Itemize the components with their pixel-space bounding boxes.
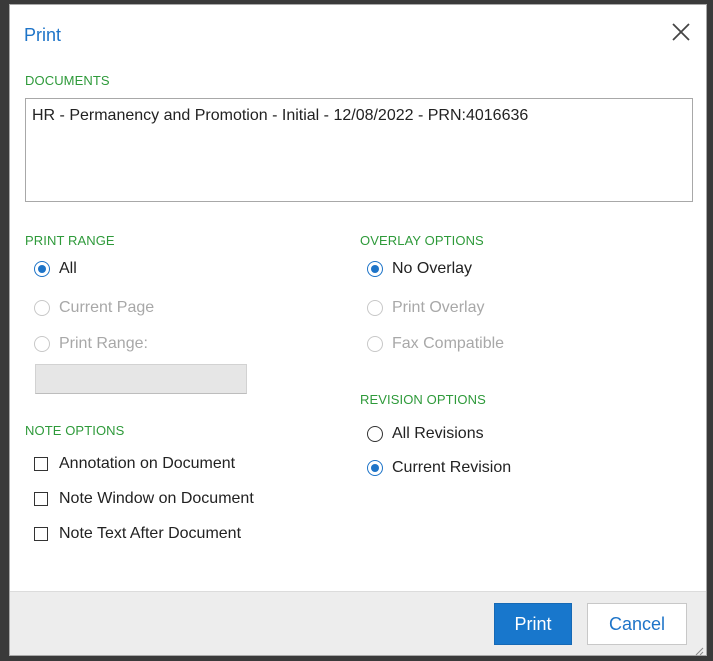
checkbox-icon[interactable]	[34, 527, 48, 541]
option-label: No Overlay	[392, 260, 473, 277]
print-range-current-page-radio[interactable]: Current Page	[34, 297, 154, 319]
radio-unchecked-icon[interactable]	[34, 336, 50, 352]
all-revisions-radio[interactable]: All Revisions	[367, 423, 484, 445]
print-range-all-radio[interactable]: All	[34, 258, 77, 280]
checkbox-icon[interactable]	[34, 492, 48, 506]
option-label: Note Text After Document	[59, 525, 242, 542]
current-revision-radio[interactable]: Current Revision	[367, 457, 511, 479]
radio-checked-icon[interactable]	[367, 460, 383, 476]
checkbox-icon[interactable]	[34, 457, 48, 471]
dialog-title: Print	[24, 25, 62, 45]
option-label: Print Range:	[59, 335, 148, 352]
print-button[interactable]: Print	[494, 603, 572, 645]
annotation-on-document-checkbox[interactable]: Annotation on Document	[34, 453, 235, 475]
option-label: All Revisions	[392, 425, 484, 442]
radio-unchecked-icon[interactable]	[34, 300, 50, 316]
resize-grip-icon[interactable]	[694, 643, 704, 656]
revision-options-label: REVISION OPTIONS	[360, 392, 486, 407]
note-text-after-document-checkbox[interactable]: Note Text After Document	[34, 523, 241, 545]
note-options-label: NOTE OPTIONS	[25, 423, 125, 438]
documents-label: DOCUMENTS	[25, 73, 110, 88]
document-item[interactable]: HR - Permanency and Promotion - Initial …	[32, 107, 686, 125]
print-overlay-radio[interactable]: Print Overlay	[367, 297, 484, 319]
option-label: Current Page	[59, 299, 155, 316]
no-overlay-radio[interactable]: No Overlay	[367, 258, 472, 280]
note-window-on-document-checkbox[interactable]: Note Window on Document	[34, 488, 254, 510]
cancel-button[interactable]: Cancel	[587, 603, 687, 645]
fax-compatible-radio[interactable]: Fax Compatible	[367, 333, 504, 355]
option-label: Annotation on Document	[59, 455, 236, 472]
documents-list[interactable]: HR - Permanency and Promotion - Initial …	[25, 98, 693, 202]
radio-unchecked-icon[interactable]	[367, 336, 383, 352]
option-label: All	[59, 260, 77, 277]
overlay-options-label: OVERLAY OPTIONS	[360, 233, 484, 248]
print-range-input[interactable]	[35, 364, 247, 394]
radio-checked-icon[interactable]	[34, 261, 50, 277]
option-label: Fax Compatible	[392, 335, 505, 352]
print-range-custom-radio[interactable]: Print Range:	[34, 333, 148, 355]
radio-unchecked-icon[interactable]	[367, 426, 383, 442]
radio-checked-icon[interactable]	[367, 261, 383, 277]
option-label: Current Revision	[392, 459, 512, 476]
option-label: Note Window on Document	[59, 490, 254, 507]
radio-unchecked-icon[interactable]	[367, 300, 383, 316]
print-range-label: PRINT RANGE	[25, 233, 115, 248]
close-icon[interactable]	[668, 19, 694, 45]
print-dialog: Print DOCUMENTS HR - Permanency and Prom…	[9, 4, 707, 656]
dialog-footer: Print Cancel	[10, 591, 706, 656]
option-label: Print Overlay	[392, 299, 485, 316]
